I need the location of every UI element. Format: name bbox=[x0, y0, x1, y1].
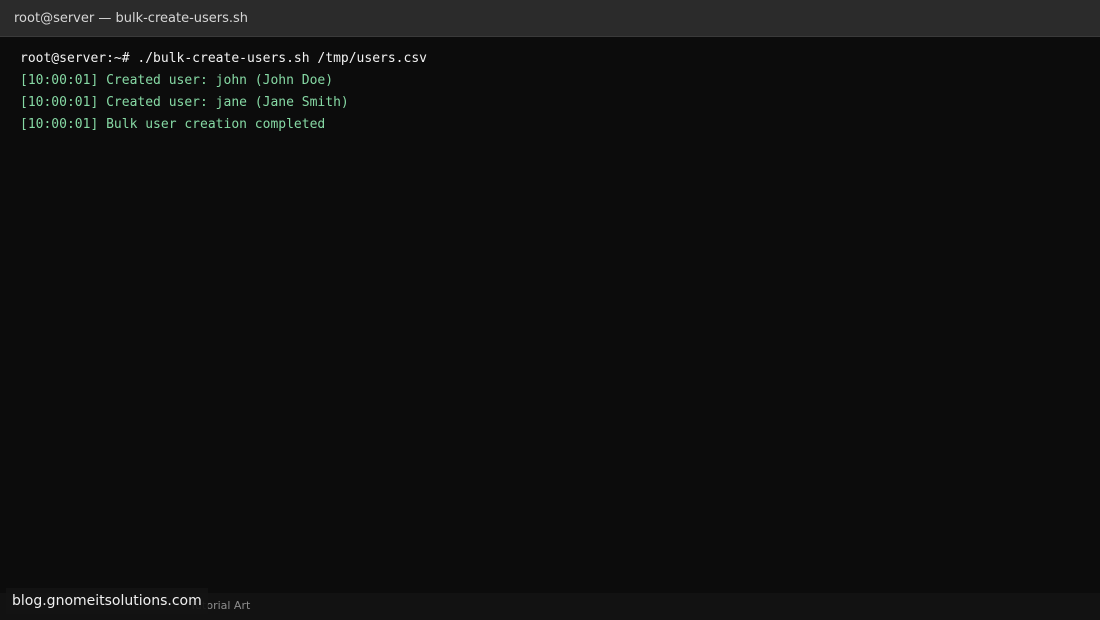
watermark-label: blog.gnomeitsolutions.com bbox=[6, 588, 208, 614]
title-bar[interactable]: root@server — bulk-create-users.sh bbox=[0, 0, 1100, 37]
terminal-log-line: [10:00:01] Created user: jane (Jane Smit… bbox=[20, 95, 349, 110]
terminal-log-line: [10:00:01] Bulk user creation completed bbox=[20, 117, 326, 132]
terminal-output[interactable]: root@server:~# ./bulk-create-users.sh /t… bbox=[20, 48, 1080, 136]
terminal-window: root@server — bulk-create-users.sh root@… bbox=[0, 0, 1100, 620]
terminal-log-line: [10:00:01] Created user: john (John Doe) bbox=[20, 73, 334, 88]
terminal-command-line: root@server:~# ./bulk-create-users.sh /t… bbox=[20, 51, 427, 66]
window-title: root@server — bulk-create-users.sh bbox=[14, 11, 249, 26]
